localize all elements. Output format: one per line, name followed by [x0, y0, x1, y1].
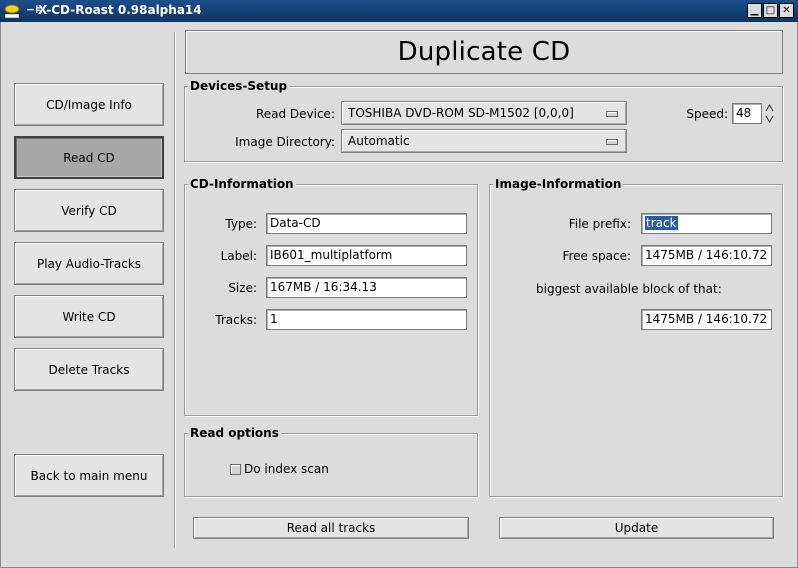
sidebar-item-delete-tracks[interactable]: Delete Tracks [14, 348, 164, 391]
close-icon: ✕ [782, 4, 791, 16]
file-prefix-value: track [645, 216, 678, 230]
tracks-field[interactable]: 1 [266, 309, 467, 330]
cd-information-title: CD-Information [188, 177, 296, 191]
page-title: Duplicate CD [185, 30, 783, 74]
sidebar-item-write-cd[interactable]: Write CD [14, 295, 164, 338]
read-all-tracks-button[interactable]: Read all tracks [193, 517, 469, 539]
app-logo-icon [4, 4, 20, 19]
read-options-group [184, 433, 478, 497]
size-field[interactable]: 167MB / 16:34.13 [266, 277, 467, 298]
index-scan-label: Do index scan [244, 462, 329, 476]
sidebar-item-label: Read CD [63, 150, 115, 165]
minimize-button[interactable]: ▁ [747, 3, 762, 18]
maximize-icon: □ [765, 4, 776, 16]
sidebar-item-cd-image-info[interactable]: CD/Image Info [14, 83, 164, 126]
free-space-field[interactable]: 1475MB / 146:10.72 ( [641, 245, 772, 266]
devices-setup-title: Devices-Setup [188, 79, 290, 93]
sidebar-item-read-cd[interactable]: Read CD [14, 136, 164, 179]
type-label: Type: [225, 217, 257, 231]
sidebar-item-label: Write CD [62, 309, 116, 324]
read-options-title: Read options [188, 426, 281, 440]
vertical-separator [174, 32, 176, 548]
size-label: Size: [228, 281, 257, 295]
minimize-icon: ▁ [750, 4, 759, 16]
label-label: Label: [220, 249, 257, 263]
update-button[interactable]: Update [499, 517, 774, 539]
read-device-select[interactable]: TOSHIBA DVD-ROM SD-M1502 [0,0,0] [341, 101, 627, 125]
file-prefix-input[interactable]: track [641, 213, 772, 234]
free-space-label: Free space: [562, 249, 631, 263]
image-directory-label: Image Directory: [235, 135, 335, 149]
image-directory-select[interactable]: Automatic [341, 129, 627, 153]
sidebar-item-label: Delete Tracks [48, 362, 130, 377]
tracks-label: Tracks: [215, 313, 257, 327]
biggest-block-field[interactable]: 1475MB / 146:10.72 ( [641, 309, 772, 330]
biggest-block-label: biggest available block of that: [536, 282, 722, 296]
index-scan-checkbox[interactable] [230, 464, 241, 475]
speed-label: Speed: [686, 107, 728, 121]
update-label: Update [614, 521, 659, 535]
image-information-title: Image-Information [493, 177, 624, 191]
maximize-button[interactable]: □ [763, 3, 778, 18]
option-menu-indicator-icon [606, 111, 618, 117]
file-prefix-label: File prefix: [568, 217, 631, 231]
close-button[interactable]: ✕ [779, 3, 794, 18]
sidebar-item-verify-cd[interactable]: Verify CD [14, 189, 164, 232]
read-device-value: TOSHIBA DVD-ROM SD-M1502 [0,0,0] [348, 106, 574, 120]
sidebar-item-play-audio-tracks[interactable]: Play Audio-Tracks [14, 242, 164, 285]
back-button-label: Back to main menu [30, 468, 148, 483]
image-directory-value: Automatic [348, 134, 410, 148]
read-all-tracks-label: Read all tracks [286, 521, 376, 535]
option-menu-indicator-icon [606, 139, 618, 145]
sidebar-item-label: Verify CD [61, 203, 117, 218]
window-title: X-CD-Roast 0.98alpha14 [38, 3, 202, 17]
title-bar[interactable]: −⊧ X-CD-Roast 0.98alpha14 ▁ □ ✕ [0, 0, 798, 22]
type-field[interactable]: Data-CD [266, 213, 467, 234]
cd-label-field[interactable]: IB601_multiplatform [266, 245, 467, 266]
speed-input[interactable]: 48 [732, 103, 762, 124]
read-device-label: Read Device: [255, 107, 335, 121]
sidebar-item-label: CD/Image Info [46, 97, 132, 112]
back-to-main-menu-button[interactable]: Back to main menu [14, 454, 164, 497]
sidebar-item-label: Play Audio-Tracks [36, 256, 142, 271]
speed-spin-arrows-icon[interactable] [764, 103, 775, 124]
